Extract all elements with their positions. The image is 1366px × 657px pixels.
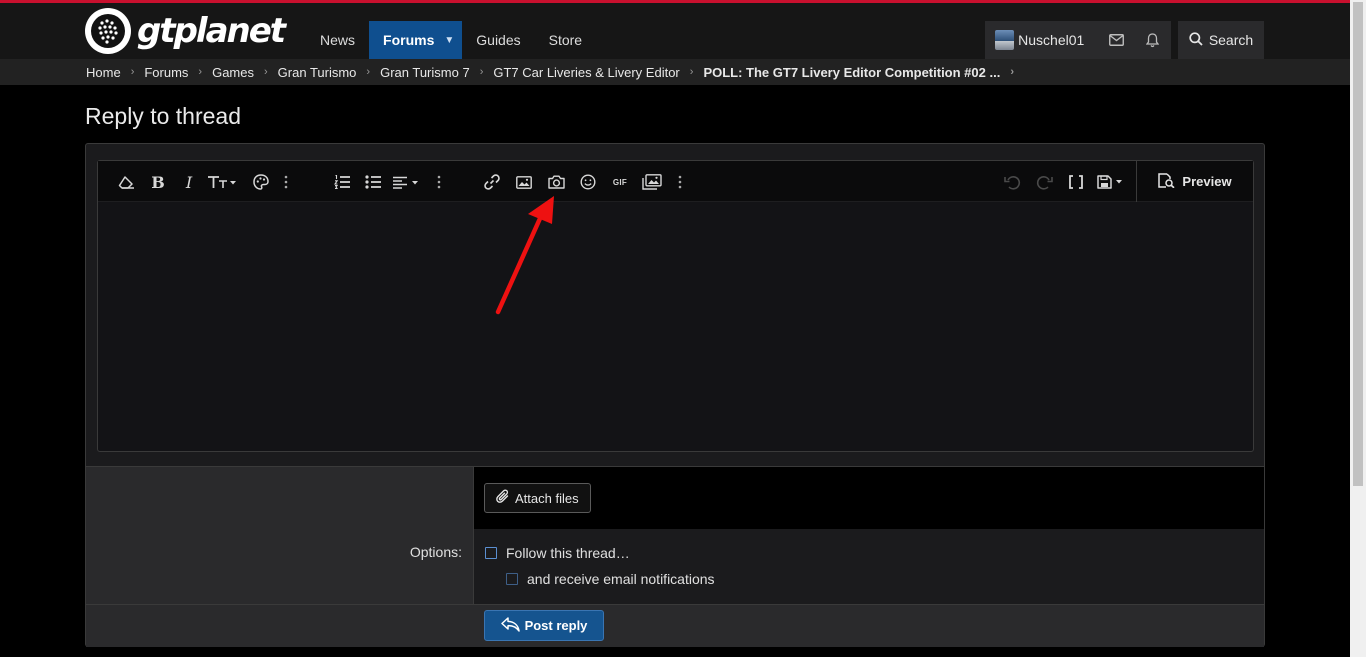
envelope-icon[interactable] bbox=[1098, 21, 1134, 59]
email-notifications-option[interactable]: and receive email notifications bbox=[506, 571, 715, 587]
breadcrumb-item-current[interactable]: POLL: The GT7 Livery Editor Competition … bbox=[703, 65, 1024, 80]
paperclip-icon bbox=[496, 489, 510, 507]
submit-row: Post reply bbox=[86, 604, 1264, 647]
chevron-right-icon: › bbox=[689, 66, 694, 78]
breadcrumb: Home › Forums › Games › Gran Turismo › Gran … bbox=[86, 59, 1024, 85]
follow-thread-option[interactable]: Follow this thread… bbox=[485, 545, 630, 561]
chevron-right-icon: › bbox=[1010, 66, 1014, 78]
breadcrumb-label: Home bbox=[86, 64, 121, 80]
nav-store-label: Store bbox=[548, 32, 583, 48]
search-icon bbox=[1189, 31, 1203, 49]
nav-guides-label: Guides bbox=[476, 32, 521, 48]
options-row: Options: Follow this thread… and receive… bbox=[86, 529, 1264, 604]
drafts-icon[interactable] bbox=[1095, 172, 1127, 192]
search-button[interactable]: Search bbox=[1178, 21, 1264, 59]
annotation-arrow bbox=[495, 196, 554, 315]
email-notifications-checkbox[interactable] bbox=[506, 573, 518, 585]
site-logo[interactable]: gtplanet bbox=[85, 8, 286, 54]
nav-news[interactable]: News bbox=[306, 21, 369, 59]
editor-toolbar: B I GIF Preview bbox=[98, 161, 1253, 202]
breadcrumb-label: Gran Turismo bbox=[277, 64, 357, 80]
main-nav: News Forums ▼ Guides Store bbox=[306, 21, 596, 59]
media-icon[interactable] bbox=[641, 172, 663, 192]
align-icon[interactable] bbox=[391, 172, 421, 192]
site-header: gtplanet News Forums ▼ Guides Store Nusc… bbox=[0, 3, 1350, 62]
user-bar: Nuschel01 bbox=[985, 21, 1171, 59]
breadcrumb-item[interactable]: Home › bbox=[86, 65, 144, 80]
page-title: Reply to thread bbox=[85, 103, 241, 129]
chevron-right-icon: › bbox=[479, 66, 484, 78]
editor-content-area[interactable] bbox=[98, 202, 1253, 451]
attach-row-input-col: Attach files bbox=[474, 467, 1264, 529]
italic-icon[interactable]: I bbox=[178, 172, 200, 192]
breadcrumb-item[interactable]: Forums › bbox=[144, 65, 212, 80]
username[interactable]: Nuschel01 bbox=[1018, 32, 1084, 48]
bold-icon[interactable]: B bbox=[147, 172, 169, 192]
follow-thread-checkbox[interactable] bbox=[485, 547, 497, 559]
avatar[interactable] bbox=[995, 30, 1015, 50]
search-label: Search bbox=[1208, 32, 1254, 48]
nav-news-label: News bbox=[320, 32, 356, 48]
vertical-scrollbar[interactable] bbox=[1350, 0, 1366, 657]
ordered-list-icon[interactable] bbox=[331, 172, 353, 192]
options-label: Options: bbox=[409, 544, 462, 560]
more-icon[interactable] bbox=[673, 172, 687, 192]
nav-store[interactable]: Store bbox=[535, 21, 596, 59]
attach-row-label-col bbox=[86, 467, 474, 529]
bbcode-icon[interactable] bbox=[1065, 172, 1087, 192]
chevron-right-icon: › bbox=[264, 66, 268, 78]
breadcrumb-label: Gran Turismo 7 bbox=[380, 64, 470, 80]
attach-files-button[interactable]: Attach files bbox=[484, 483, 591, 513]
reply-arrow-icon bbox=[500, 616, 520, 635]
text-size-icon[interactable] bbox=[206, 172, 238, 192]
breadcrumb-label: GT7 Car Liveries & Livery Editor bbox=[493, 64, 680, 80]
breadcrumb-item[interactable]: Gran Turismo 7 › bbox=[380, 65, 493, 80]
attach-row: Attach files bbox=[86, 467, 1264, 529]
breadcrumb-label: Games bbox=[212, 64, 254, 80]
unordered-list-icon[interactable] bbox=[362, 172, 384, 192]
more-icon[interactable] bbox=[432, 172, 446, 192]
nav-forums-label: Forums bbox=[383, 32, 435, 48]
chevron-right-icon: › bbox=[366, 66, 371, 78]
caret-down-icon[interactable]: ▼ bbox=[444, 35, 454, 46]
redo-icon[interactable] bbox=[1033, 172, 1055, 192]
undo-icon[interactable] bbox=[1001, 172, 1023, 192]
more-icon[interactable] bbox=[279, 172, 293, 192]
nav-forums[interactable]: Forums ▼ bbox=[369, 21, 463, 59]
scrollbar-thumb[interactable] bbox=[1353, 2, 1363, 486]
chevron-right-icon: › bbox=[130, 66, 135, 78]
breadcrumb-item[interactable]: Games › bbox=[212, 65, 278, 80]
post-reply-label: Post reply bbox=[524, 618, 588, 633]
follow-thread-label: Follow this thread… bbox=[506, 545, 630, 561]
breadcrumb-item[interactable]: Gran Turismo › bbox=[278, 65, 380, 80]
breadcrumb-bar: Home › Forums › Games › Gran Turismo › Gran … bbox=[0, 59, 1350, 85]
smiley-icon[interactable] bbox=[577, 172, 599, 192]
reply-form: B I GIF Preview Attach files Options: Fo… bbox=[85, 143, 1265, 647]
preview-button[interactable]: Preview bbox=[1136, 161, 1253, 202]
nav-guides[interactable]: Guides bbox=[462, 21, 534, 59]
bell-icon[interactable] bbox=[1135, 21, 1171, 59]
attach-files-label: Attach files bbox=[515, 490, 579, 506]
gif-icon[interactable]: GIF bbox=[609, 172, 631, 192]
preview-icon bbox=[1158, 172, 1176, 191]
eraser-icon[interactable] bbox=[115, 172, 137, 192]
rich-text-editor: B I GIF Preview bbox=[97, 160, 1254, 452]
breadcrumb-item[interactable]: GT7 Car Liveries & Livery Editor › bbox=[493, 65, 703, 80]
options-row-label-col: Options: bbox=[86, 529, 474, 604]
chevron-right-icon: › bbox=[198, 66, 203, 78]
globe-icon bbox=[85, 8, 131, 54]
post-reply-button[interactable]: Post reply bbox=[484, 610, 604, 641]
gif-label: GIF bbox=[612, 177, 628, 187]
email-notifications-label: and receive email notifications bbox=[527, 571, 715, 587]
palette-icon[interactable] bbox=[250, 172, 272, 192]
breadcrumb-label: POLL: The GT7 Livery Editor Competition … bbox=[703, 64, 1001, 80]
preview-label: Preview bbox=[1182, 174, 1232, 189]
options-row-input-col: Follow this thread… and receive email no… bbox=[474, 529, 1264, 604]
logo-text: gtplanet bbox=[137, 11, 286, 51]
breadcrumb-label: Forums bbox=[144, 64, 189, 80]
